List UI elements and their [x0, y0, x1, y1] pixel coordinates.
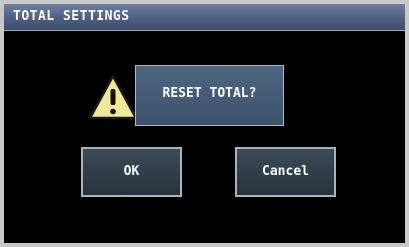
- device-screen: TOTAL SETTINGS RESET TOTAL? OK Cancel: [4, 4, 405, 243]
- confirm-message: RESET TOTAL?: [162, 86, 257, 101]
- confirm-message-box: RESET TOTAL?: [135, 65, 284, 126]
- ok-button[interactable]: OK: [81, 147, 182, 197]
- warning-icon: [88, 74, 138, 120]
- title-bar: TOTAL SETTINGS: [4, 4, 405, 31]
- cancel-button[interactable]: Cancel: [235, 147, 336, 197]
- window-title: TOTAL SETTINGS: [13, 9, 130, 24]
